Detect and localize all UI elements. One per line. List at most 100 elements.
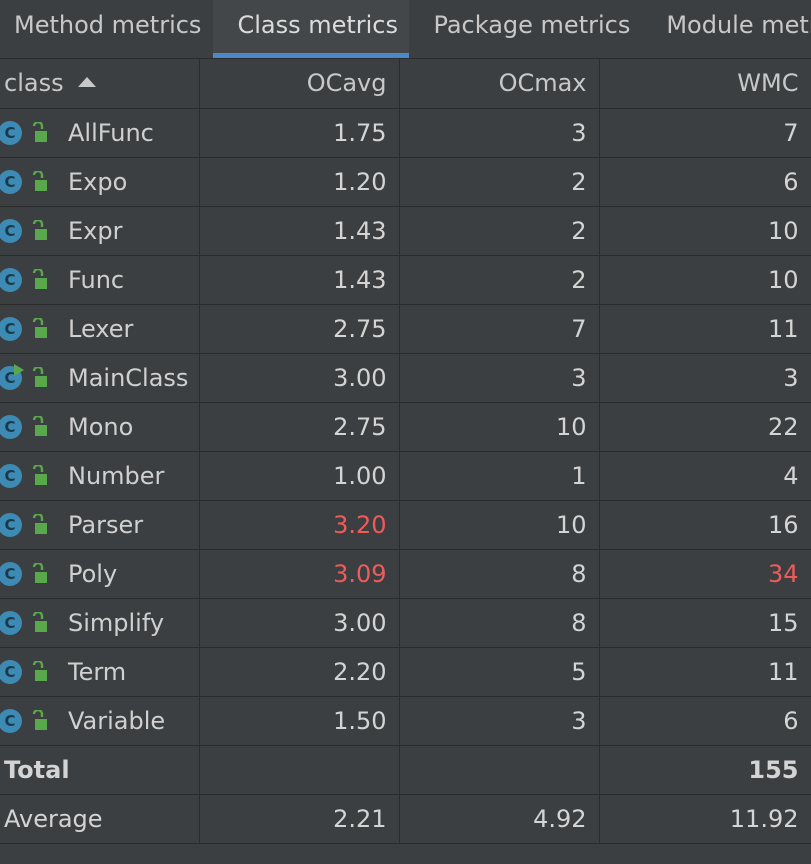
- class-icon: C: [0, 659, 22, 684]
- class-name-cell[interactable]: C Poly: [0, 549, 200, 599]
- average-row: Average 2.21 4.92 11.92: [0, 794, 811, 844]
- table-row[interactable]: C Lexer 2.75 7 11: [0, 304, 811, 354]
- ocmax-value: 2: [399, 255, 600, 305]
- class-name: Mono: [68, 412, 134, 441]
- column-header-ocmax[interactable]: OCmax: [399, 59, 600, 109]
- table-row[interactable]: C Mono 2.75 10 22: [0, 402, 811, 452]
- average-wmc: 11.92: [599, 794, 811, 844]
- table-row[interactable]: C Parser 3.20 10 16: [0, 500, 811, 550]
- table-row[interactable]: C AllFunc 1.75 3 7: [0, 108, 811, 158]
- class-icon: C: [0, 169, 22, 194]
- public-lock-icon: [30, 463, 48, 487]
- ocmax-value: 7: [399, 304, 600, 354]
- ocmax-value: 8: [399, 598, 600, 648]
- column-header-class-label: class: [4, 69, 64, 98]
- ocavg-value: 1.20: [199, 157, 400, 207]
- tab-method-metrics[interactable]: Method metrics: [0, 0, 213, 58]
- ocmax-value: 3: [399, 353, 600, 403]
- wmc-value: 10: [599, 255, 811, 305]
- class-name-cell[interactable]: C MainClass: [0, 353, 200, 403]
- class-name-cell[interactable]: C Lexer: [0, 304, 200, 354]
- tab-module-metrics[interactable]: Module metrics: [642, 0, 811, 58]
- average-ocmax: 4.92: [399, 794, 600, 844]
- table-row[interactable]: C Expo 1.20 2 6: [0, 157, 811, 207]
- wmc-value: 22: [599, 402, 811, 452]
- class-name: Variable: [68, 706, 166, 735]
- class-name-cell[interactable]: C AllFunc: [0, 108, 200, 158]
- class-icon: C: [0, 512, 22, 537]
- class-name-cell[interactable]: C Func: [0, 255, 200, 305]
- wmc-value: 6: [599, 157, 811, 207]
- ocmax-value: 10: [399, 402, 600, 452]
- class-name: Simplify: [68, 608, 165, 637]
- ocavg-value: 3.20: [199, 500, 400, 550]
- column-header-wmc[interactable]: WMC: [599, 59, 811, 109]
- wmc-value: 34: [599, 549, 811, 599]
- ocmax-value: 10: [399, 500, 600, 550]
- class-name: Expo: [68, 167, 128, 196]
- table-row[interactable]: C Term 2.20 5 11: [0, 647, 811, 697]
- ocavg-value: 2.20: [199, 647, 400, 697]
- ocavg-value: 3.00: [199, 353, 400, 403]
- ocmax-value: 5: [399, 647, 600, 697]
- wmc-value: 6: [599, 696, 811, 746]
- class-icon: C: [0, 316, 22, 341]
- ocmax-value: 8: [399, 549, 600, 599]
- public-lock-icon: [30, 169, 48, 193]
- tab-package-metrics[interactable]: Package metrics: [409, 0, 642, 58]
- public-lock-icon: [30, 512, 48, 536]
- wmc-value: 11: [599, 304, 811, 354]
- class-icon: C: [0, 120, 22, 145]
- ocavg-value: 2.75: [199, 304, 400, 354]
- public-lock-icon: [30, 708, 48, 732]
- average-label: Average: [0, 794, 200, 844]
- class-icon: C: [0, 267, 22, 292]
- ocavg-value: 1.43: [199, 255, 400, 305]
- table-row[interactable]: C MainClass 3.00 3 3: [0, 353, 811, 403]
- ocavg-value: 1.75: [199, 108, 400, 158]
- wmc-value: 4: [599, 451, 811, 501]
- class-name-cell[interactable]: C Variable: [0, 696, 200, 746]
- class-name: MainClass: [68, 363, 189, 392]
- total-ocavg: [199, 745, 400, 795]
- table-row[interactable]: C Expr 1.43 2 10: [0, 206, 811, 256]
- class-name-cell[interactable]: C Parser: [0, 500, 200, 550]
- class-name-cell[interactable]: C Simplify: [0, 598, 200, 648]
- class-name: Parser: [68, 510, 144, 539]
- ocmax-value: 2: [399, 157, 600, 207]
- class-name-cell[interactable]: C Number: [0, 451, 200, 501]
- ocavg-value: 1.50: [199, 696, 400, 746]
- class-name-cell[interactable]: C Term: [0, 647, 200, 697]
- class-icon: C: [0, 463, 22, 488]
- tab-class-metrics[interactable]: Class metrics: [213, 0, 410, 58]
- class-name: Lexer: [68, 314, 134, 343]
- public-lock-icon: [30, 610, 48, 634]
- class-name: Func: [68, 265, 125, 294]
- class-name-cell[interactable]: C Mono: [0, 402, 200, 452]
- column-header-ocavg[interactable]: OCavg: [199, 59, 400, 109]
- ocavg-value: 2.75: [199, 402, 400, 452]
- class-icon: C: [0, 561, 22, 586]
- class-name-cell[interactable]: C Expo: [0, 157, 200, 207]
- column-header-class[interactable]: class: [0, 59, 200, 109]
- ocmax-value: 1: [399, 451, 600, 501]
- runnable-class-icon: C: [0, 363, 24, 390]
- public-lock-icon: [30, 316, 48, 340]
- table-row[interactable]: C Number 1.00 1 4: [0, 451, 811, 501]
- public-lock-icon: [30, 659, 48, 683]
- metrics-tab-bar: Method metrics Class metrics Package met…: [0, 0, 811, 59]
- wmc-value: 16: [599, 500, 811, 550]
- class-icon: C: [0, 414, 22, 439]
- public-lock-icon: [30, 267, 48, 291]
- total-ocmax: [399, 745, 600, 795]
- table-row[interactable]: C Simplify 3.00 8 15: [0, 598, 811, 648]
- class-name: Poly: [68, 559, 118, 588]
- table-row[interactable]: C Func 1.43 2 10: [0, 255, 811, 305]
- table-row[interactable]: C Poly 3.09 8 34: [0, 549, 811, 599]
- ocavg-value: 1.00: [199, 451, 400, 501]
- table-row[interactable]: C Variable 1.50 3 6: [0, 696, 811, 746]
- ocavg-value: 3.09: [199, 549, 400, 599]
- class-name-cell[interactable]: C Expr: [0, 206, 200, 256]
- ocmax-value: 3: [399, 696, 600, 746]
- wmc-value: 15: [599, 598, 811, 648]
